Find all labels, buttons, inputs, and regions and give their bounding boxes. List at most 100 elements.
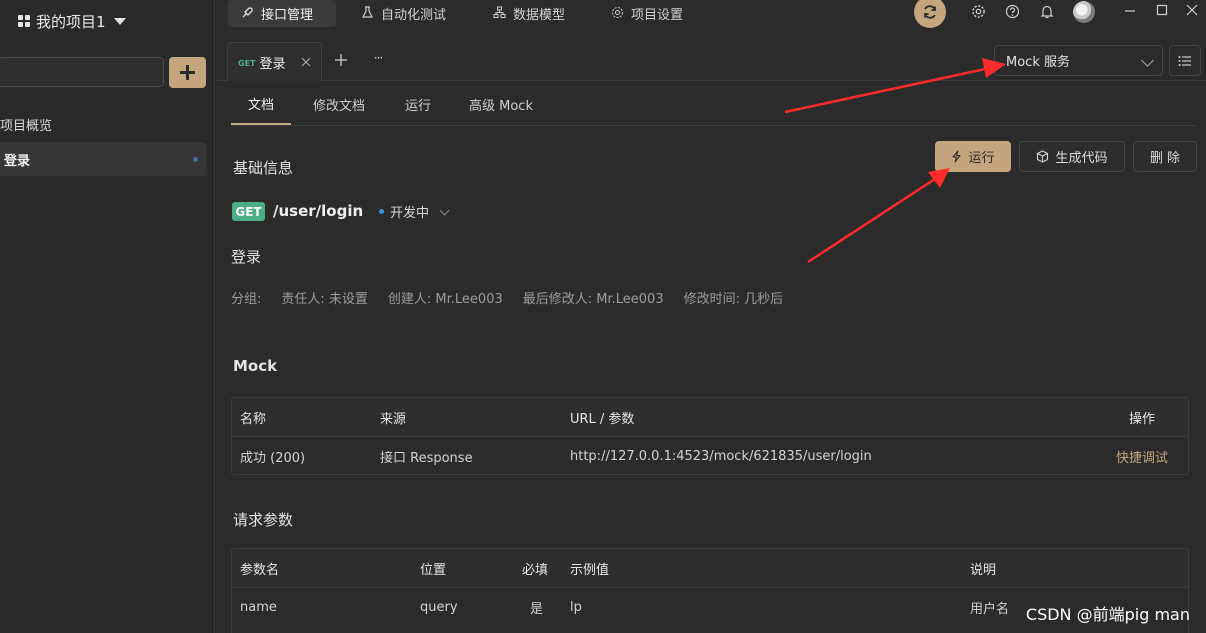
project-switcher[interactable]: 我的项目1 [18, 11, 126, 31]
sidebar: 我的项目1 项目概览 登录 [0, 0, 215, 633]
run-button-label: 运行 [968, 151, 995, 166]
delete-button[interactable]: 删 除 [1133, 141, 1197, 172]
basic-info-heading: 基础信息 [233, 159, 294, 177]
plus-icon [180, 65, 195, 80]
mock-source-cell: 接口 Response [380, 450, 473, 466]
generate-code-button[interactable]: 生成代码 [1019, 141, 1125, 172]
column-header-action: 操作 [1129, 411, 1156, 427]
generate-code-label: 生成代码 [1055, 151, 1108, 166]
gear-icon [610, 6, 624, 22]
mock-url-cell[interactable]: http://127.0.0.1:4523/mock/621835/user/l… [570, 437, 872, 474]
meta-modified-time: 修改时间: 几秒后 [683, 292, 784, 307]
sync-button[interactable] [914, 0, 946, 28]
list-icon [1178, 55, 1191, 66]
tab-label: 数据模型 [513, 8, 566, 23]
param-name-cell: name [240, 599, 277, 615]
status-select[interactable]: 开发中 [379, 202, 450, 221]
doc-tab-login[interactable]: GET 登录 [227, 42, 322, 81]
mock-table: 名称 来源 URL / 参数 操作 成功 (200) 接口 Response h… [231, 397, 1189, 475]
quick-debug-link[interactable]: 快捷调试 [1116, 437, 1168, 474]
project-name: 我的项目1 [36, 12, 106, 31]
method-badge: GET [232, 202, 265, 221]
meta-creator: 创建人: Mr.Lee003 [387, 292, 503, 307]
tab-automation-test[interactable]: 自动化测试 [348, 0, 468, 27]
caret-down-icon [113, 17, 126, 25]
settings-gear-icon[interactable] [969, 2, 987, 20]
close-window-icon[interactable] [1184, 2, 1200, 18]
column-header-name: 名称 [240, 411, 267, 427]
run-button[interactable]: 运行 [935, 141, 1011, 172]
sidebar-search-input[interactable] [0, 57, 164, 87]
app-window: 我的项目1 项目概览 登录 接口管理 自动化测试 数据模型 项目设置 GET 登… [0, 0, 1206, 633]
meta-group: 分组: [231, 292, 262, 307]
more-tabs-button[interactable]: ··· [368, 48, 388, 68]
mock-name-cell: 成功 (200) [240, 450, 306, 466]
tab-label: 自动化测试 [381, 8, 447, 23]
bell-icon[interactable] [1038, 2, 1056, 20]
sidebar-item-overview[interactable]: 项目概览 [0, 107, 206, 141]
grid-icon [18, 15, 30, 27]
column-header-url: URL / 参数 [570, 411, 635, 427]
status-dot-icon [379, 209, 384, 214]
table-header-row: 名称 来源 URL / 参数 操作 [232, 398, 1188, 437]
rocket-icon [240, 6, 254, 22]
plus-icon [335, 54, 347, 66]
endpoint-path: /user/login [273, 202, 364, 220]
param-description-cell: 用户名 [970, 601, 1010, 617]
tab-docs[interactable]: 文档 [231, 84, 291, 125]
environment-select[interactable]: Mock 服务 [994, 45, 1163, 76]
column-header-param-name: 参数名 [240, 562, 280, 578]
param-example-cell: lp [570, 599, 582, 615]
doc-tab-label: 登录 [259, 56, 286, 72]
column-header-description: 说明 [970, 562, 997, 578]
tab-label: 项目设置 [631, 8, 684, 23]
help-icon[interactable] [1003, 2, 1021, 20]
tab-advanced-mock[interactable]: 高级 Mock [461, 84, 541, 125]
tab-label: 修改文档 [312, 99, 365, 114]
tab-label: 运行 [404, 99, 431, 114]
maximize-icon[interactable] [1154, 2, 1170, 18]
tab-project-settings[interactable]: 项目设置 [598, 0, 702, 27]
sidebar-item-login[interactable]: 登录 [0, 142, 206, 176]
sidebar-item-label: 项目概览 [0, 118, 53, 134]
table-row: 成功 (200) 接口 Response http://127.0.0.1:45… [232, 437, 1188, 474]
column-header-example: 示例值 [570, 562, 610, 578]
tab-edit-docs[interactable]: 修改文档 [303, 84, 375, 125]
selected-dot-icon [193, 157, 198, 162]
status-value: 开发中 [390, 206, 430, 221]
column-header-location: 位置 [420, 562, 447, 578]
param-location-cell: query [420, 599, 458, 615]
cube-icon [1037, 150, 1049, 163]
column-header-required: 必填 [522, 562, 549, 578]
environment-selected-value: Mock 服务 [1006, 55, 1070, 70]
add-button[interactable] [169, 57, 206, 88]
meta-owner: 责任人: 未设置 [281, 292, 368, 307]
tab-api-management[interactable]: 接口管理 [228, 0, 336, 27]
api-name: 登录 [231, 248, 262, 266]
sidebar-item-label: 登录 [4, 153, 31, 169]
mock-heading: Mock [233, 357, 278, 375]
minimize-icon[interactable] [1122, 2, 1138, 18]
request-params-heading: 请求参数 [233, 511, 294, 529]
tab-data-model[interactable]: 数据模型 [480, 0, 584, 27]
list-menu-button[interactable] [1169, 45, 1201, 76]
column-header-source: 来源 [380, 411, 407, 427]
delete-button-label: 删 除 [1149, 151, 1181, 166]
arrow-to-run-button [807, 168, 950, 264]
avatar[interactable] [1073, 1, 1095, 23]
new-tab-button[interactable] [331, 50, 351, 70]
meta-last-modifier: 最后修改人: Mr.Lee003 [522, 292, 664, 307]
tab-run[interactable]: 运行 [393, 84, 443, 125]
chevron-down-icon [1141, 54, 1154, 67]
refresh-icon [924, 5, 936, 19]
tab-label: 高级 Mock [469, 99, 533, 114]
sub-tab-bar: 文档 修改文档 运行 高级 Mock [231, 84, 1196, 126]
meta-info-row: 分组: 责任人: 未设置 创建人: Mr.Lee003 最后修改人: Mr.Le… [231, 288, 783, 307]
model-icon [492, 6, 506, 22]
flask-icon [360, 5, 374, 22]
lightning-icon [952, 150, 962, 163]
close-icon[interactable] [301, 57, 311, 67]
param-required-cell: 是 [530, 601, 544, 617]
table-header-row: 参数名 位置 必填 示例值 说明 [232, 549, 1188, 588]
top-navigation: 接口管理 自动化测试 数据模型 项目设置 [216, 0, 1206, 38]
